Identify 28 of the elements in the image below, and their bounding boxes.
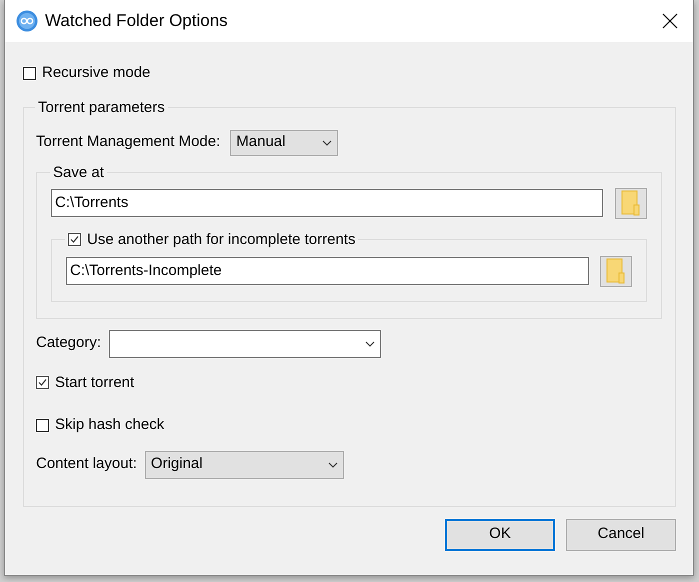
checkbox-label: Recursive mode [42,63,150,83]
dropdown[interactable]: Manual [230,130,338,156]
app-icon [16,10,38,32]
path-field[interactable]: C:\Torrents [51,189,603,217]
field-label: Content layout: [36,454,137,474]
checkbox-label: Skip hash check [55,415,164,435]
field-label: Category: [36,333,102,354]
checkbox[interactable] [68,233,81,246]
chevron-down-icon [322,140,332,146]
checkbox[interactable] [36,418,49,432]
checkbox-label: Use another path for incomplete torrents [87,230,356,248]
group-title: Save at [52,164,105,182]
chevron-down-icon [328,462,338,468]
chevron-down-icon [365,340,376,346]
path-field[interactable]: C:\Torrents-Incomplete [66,257,589,285]
dropdown[interactable]: Original [144,450,344,478]
checkbox-label: Start torrent [55,372,134,392]
window-title: Watched Folder Options [45,10,228,32]
dialog-button[interactable]: OK [445,518,555,550]
checkbox[interactable] [23,66,36,80]
folder-icon [606,258,626,284]
field-label: Torrent Management Mode: [36,132,220,152]
dropdown[interactable] [109,330,382,358]
checkbox[interactable] [36,376,49,390]
dialog-button[interactable]: Cancel [566,518,676,550]
close-icon [662,13,678,29]
group-title: Torrent parameters [37,98,166,116]
folder-icon [621,190,641,216]
